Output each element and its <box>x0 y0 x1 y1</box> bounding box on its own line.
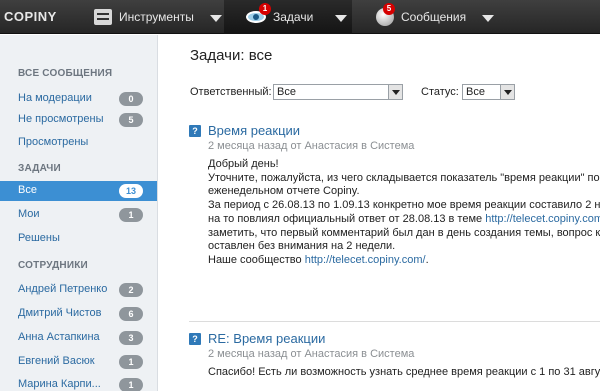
topic-title-link[interactable]: RE: Время реакции <box>208 331 325 346</box>
messages-badge: 5 <box>383 3 395 15</box>
status-value: Все <box>466 86 485 98</box>
sidebar-item-mine[interactable]: Мои 1 <box>0 205 157 225</box>
body-line: на то повлиял официальный ответ от 28.08… <box>208 213 600 227</box>
count-badge: 6 <box>119 307 143 321</box>
sidebar-item-staff[interactable]: Анна Астапкина 3 <box>0 328 157 348</box>
sidebar-item-staff[interactable]: Дмитрий Чистов 6 <box>0 304 157 324</box>
community-link[interactable]: http://telecet.copiny.com <box>485 213 600 225</box>
body-text: на то повлиял официальный ответ от 28.08… <box>208 212 486 225</box>
body-line: заметить, что первый комментарий был дан… <box>208 226 600 239</box>
nav-messages-label: Сообщения <box>401 10 467 24</box>
count-badge: 5 <box>119 113 143 127</box>
section-title-all-messages: ВСЕ СООБЩЕНИЯ <box>18 68 113 79</box>
sidebar-item-label: Не просмотрены <box>18 113 104 125</box>
nav-tasks-label: Задачи <box>273 10 314 24</box>
question-icon: ? <box>189 333 201 345</box>
question-icon: ? <box>189 125 201 137</box>
sidebar: ВСЕ СООБЩЕНИЯ На модерации 0 Не просмотр… <box>0 35 158 391</box>
body-line: оставлен без внимания на 2 недели. <box>208 240 396 253</box>
sidebar-item-label: Дмитрий Чистов <box>18 307 102 319</box>
sidebar-item-label: Марина Карпи... <box>18 378 101 390</box>
topic-item: ? RE: Время реакции 2 месяца назад от Ан… <box>189 331 600 391</box>
nav-tools[interactable]: Инструменты <box>94 0 222 34</box>
sidebar-item-label: На модерации <box>18 92 92 104</box>
status-select[interactable]: Все <box>462 84 515 100</box>
count-badge: 13 <box>119 184 143 198</box>
body-line: Наше сообщество http://telecet.copiny.co… <box>208 254 600 268</box>
main-content: Задачи: все Ответственный: Все Статус: В… <box>159 35 600 391</box>
body-line: Уточните, пожалуйста, из чего складывает… <box>208 171 600 184</box>
sidebar-item-resolved[interactable]: Решены <box>0 229 157 249</box>
sidebar-item-staff[interactable]: Андрей Петренко 2 <box>0 280 157 300</box>
topic-body: Спасибо! Есть ли возможность узнать сред… <box>208 366 600 380</box>
body-line: За период с 26.08.13 по 1.09.13 конкретн… <box>208 199 600 212</box>
sidebar-item-label: Мои <box>18 208 40 220</box>
chevron-down-icon[interactable] <box>335 14 348 22</box>
nav-messages[interactable]: 5 Сообщения <box>376 0 495 34</box>
count-badge: 2 <box>119 283 143 297</box>
sidebar-item-staff[interactable]: Евгений Васюк 1 <box>0 352 157 372</box>
body-line: Спасибо! Есть ли возможность узнать сред… <box>208 366 600 378</box>
responsible-select[interactable]: Все <box>273 84 403 100</box>
sidebar-item-label: Решены <box>18 232 60 244</box>
topic-title-link[interactable]: Время реакции <box>208 123 300 138</box>
sidebar-item-label: Все <box>18 184 37 196</box>
nav-tools-label: Инструменты <box>119 10 194 24</box>
count-badge: 1 <box>119 355 143 369</box>
sidebar-item-staff[interactable]: Марина Карпи... 1 <box>0 375 157 391</box>
tasks-badge: 1 <box>259 3 271 15</box>
top-bar: COPINY Инструменты 1 Задачи 5 Сообщения <box>0 0 600 34</box>
responsible-label: Ответственный: <box>190 86 272 98</box>
body-text: Наше сообщество <box>208 253 305 266</box>
chevron-down-icon <box>388 85 402 99</box>
tools-icon <box>94 9 112 25</box>
responsible-value: Все <box>277 86 296 98</box>
body-line: Добрый день! <box>208 158 279 170</box>
page-title: Задачи: все <box>190 47 273 64</box>
sidebar-item-moderation[interactable]: На модерации 0 <box>0 89 157 109</box>
divider <box>189 321 600 322</box>
sidebar-item-all[interactable]: Все 13 <box>0 181 157 201</box>
body-text: . <box>425 253 429 266</box>
sidebar-item-label: Андрей Петренко <box>18 283 108 295</box>
sidebar-item-viewed[interactable]: Просмотрены <box>0 133 157 153</box>
topic-body: Добрый день! Уточните, пожалуйста, из че… <box>208 158 600 268</box>
count-badge: 3 <box>119 331 143 345</box>
nav-tasks[interactable]: 1 Задачи <box>224 0 352 34</box>
section-title-tasks: ЗАДАЧИ <box>18 163 61 174</box>
sidebar-item-label: Просмотрены <box>18 136 89 148</box>
topic-meta: 2 месяца назад от Анастасия в Система <box>208 348 415 360</box>
chevron-down-icon <box>500 85 514 99</box>
chevron-down-icon[interactable] <box>482 14 495 22</box>
status-label: Статус: <box>421 86 459 98</box>
sidebar-item-unviewed[interactable]: Не просмотрены 5 <box>0 110 157 130</box>
section-title-staff: СОТРУДНИКИ <box>18 260 88 271</box>
community-link[interactable]: http://telecet.copiny.com/ <box>305 254 426 266</box>
chevron-down-icon[interactable] <box>209 14 222 22</box>
body-line: еженедельном отчете Copiny. <box>208 185 360 198</box>
topic-item: ? Время реакции 2 месяца назад от Анаста… <box>189 123 600 293</box>
sidebar-item-label: Анна Астапкина <box>18 331 100 343</box>
count-badge: 1 <box>119 378 143 391</box>
count-badge: 0 <box>119 92 143 106</box>
app-logo: COPINY <box>4 9 57 24</box>
topic-meta: 2 месяца назад от Анастасия в Система <box>208 140 415 152</box>
sidebar-item-label: Евгений Васюк <box>18 355 95 367</box>
count-badge: 1 <box>119 208 143 222</box>
